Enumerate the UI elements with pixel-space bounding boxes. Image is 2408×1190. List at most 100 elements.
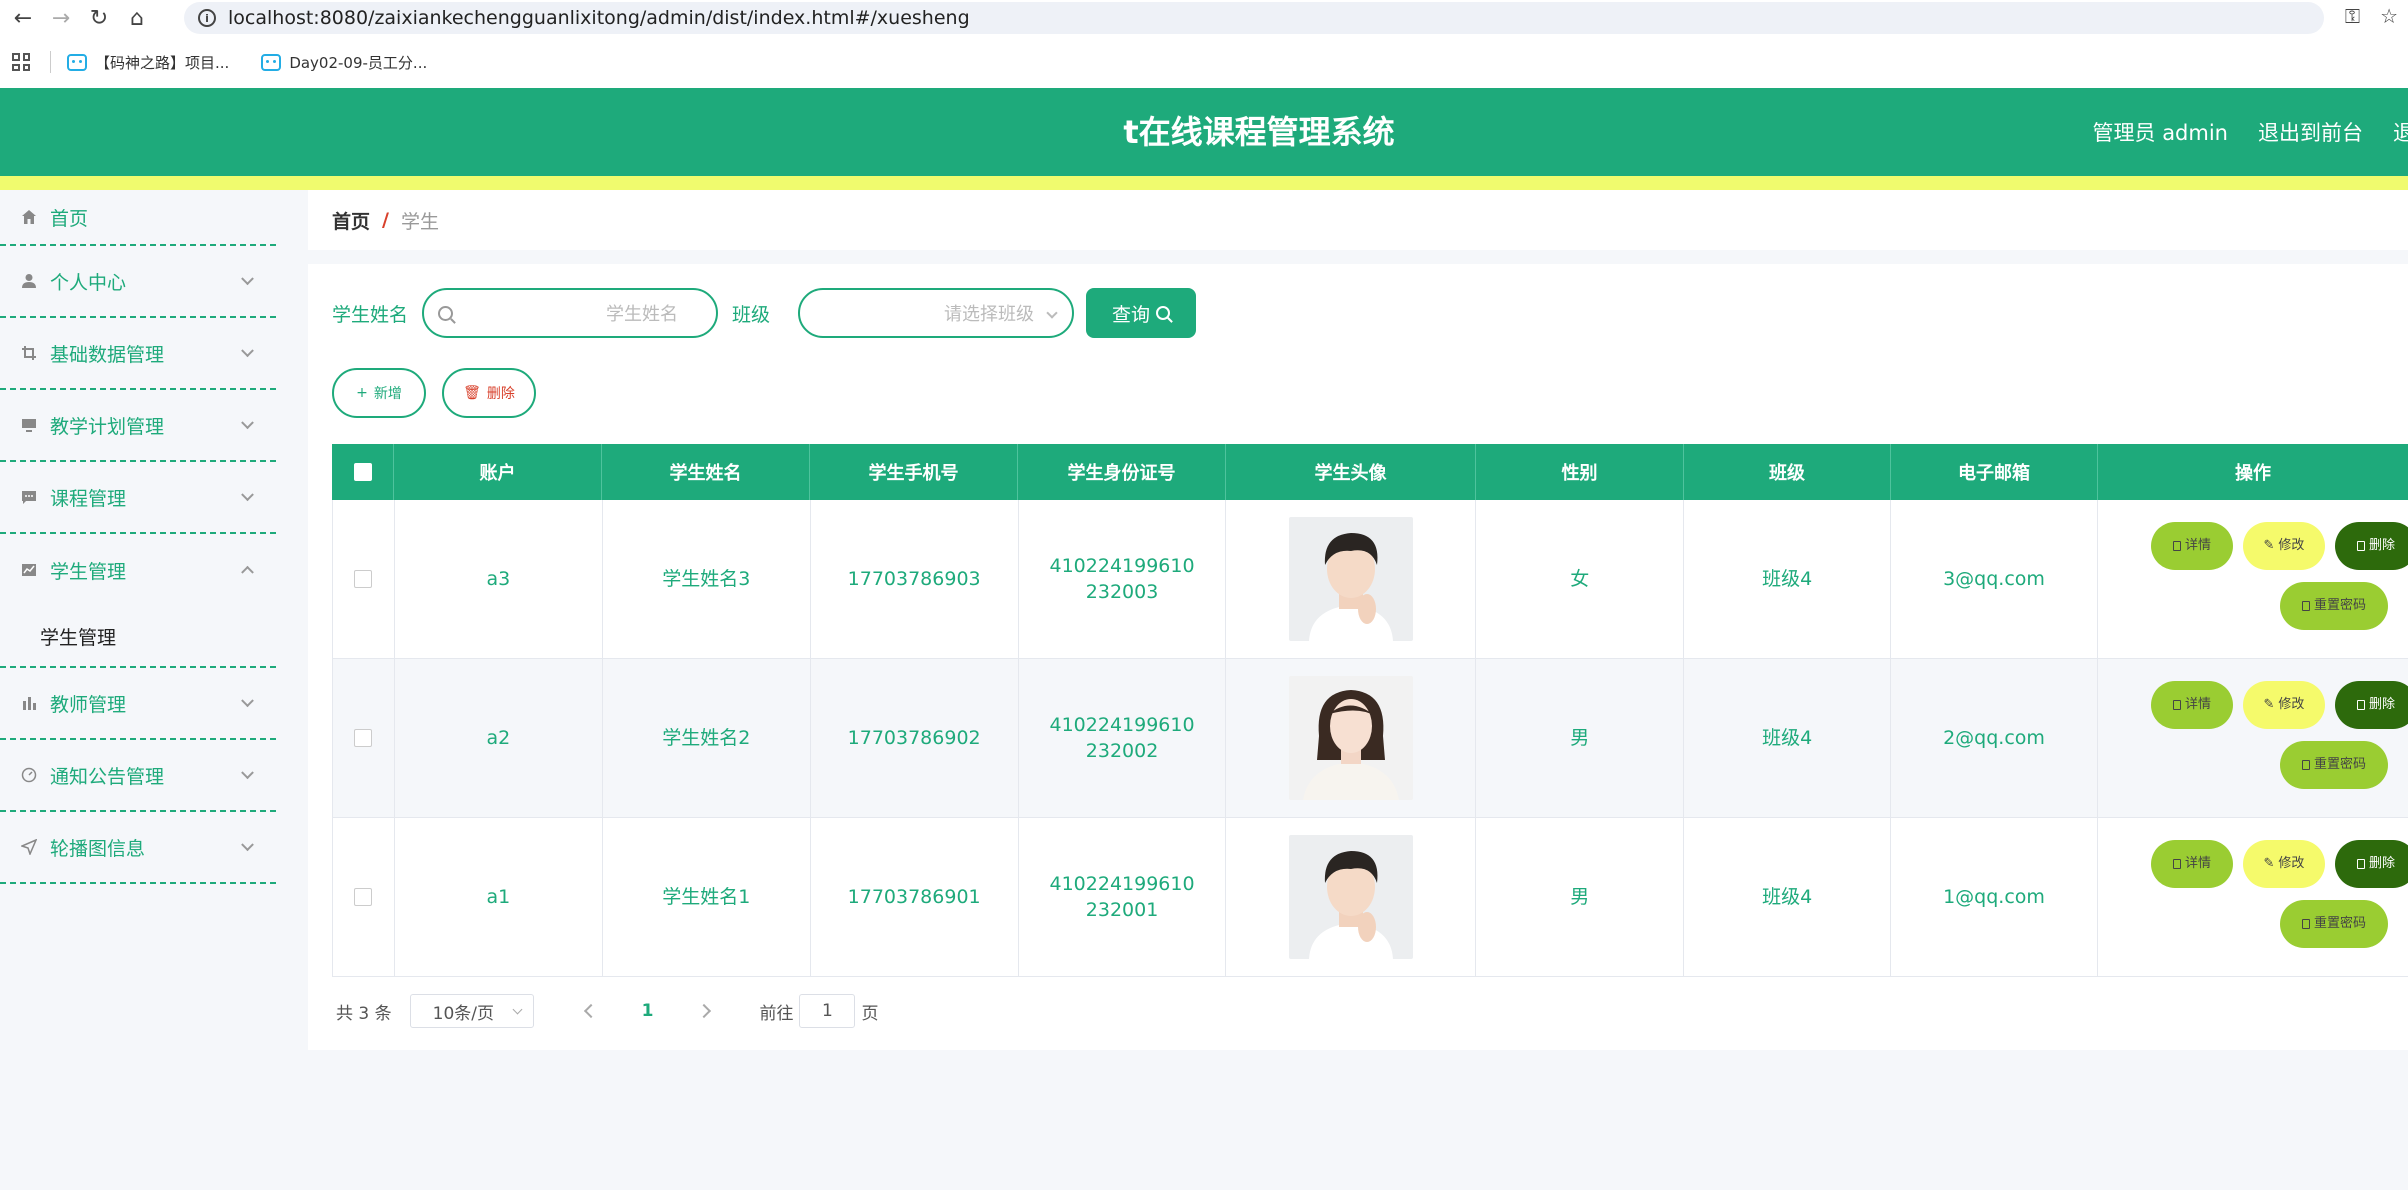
chevron-down-icon (241, 344, 254, 358)
sidebar-item-carousel[interactable]: 轮播图信息 (0, 812, 276, 884)
sidebar-item-teacher[interactable]: 教师管理 (0, 668, 276, 740)
row-delete-button[interactable]: 删除 (2334, 839, 2408, 888)
sidebar-item-label: 课程管理 (50, 487, 127, 510)
gender-cell: 女 (1476, 500, 1685, 658)
detail-button[interactable]: 详情 (2150, 839, 2233, 888)
class-cell: 班级4 (1684, 818, 1892, 976)
page-size-select[interactable]: 10条/页 (409, 994, 534, 1028)
sidebar-item-label: 首页 (50, 207, 89, 230)
class-select[interactable]: 请选择班级 (798, 288, 1075, 338)
row-delete-button-label: 删除 (2368, 537, 2395, 553)
delete-button[interactable]: 🗑 删除 (442, 368, 536, 418)
sidebar-item-course[interactable]: 课程管理 (0, 462, 276, 534)
row-checkbox[interactable] (354, 729, 373, 747)
id-card-value: 410224199610232002 (1049, 714, 1195, 762)
detail-button[interactable]: 详情 (2150, 680, 2233, 729)
avatar[interactable] (1288, 517, 1413, 641)
column-header: 电子邮箱 (1891, 444, 2098, 500)
sidebar-item-basic-data[interactable]: 基础数据管理 (0, 318, 276, 390)
admin-user-label: 管理员 admin (2092, 121, 2228, 145)
key-icon[interactable]: ⚿ (2345, 4, 2360, 28)
id-card-value: 410224199610232003 (1049, 555, 1195, 603)
row-checkbox[interactable] (354, 570, 373, 588)
bookmark-label: 【码神之路】项目... (95, 53, 230, 72)
site-info-icon[interactable]: i (198, 9, 216, 27)
home-browser-icon[interactable]: ⌂ (122, 3, 152, 33)
edit-button[interactable]: ✎ 修改 (2242, 839, 2325, 888)
trash-icon (2356, 858, 2365, 869)
sidebar-item-student[interactable]: 学生管理 (0, 534, 276, 606)
back-icon[interactable]: ← (8, 3, 38, 33)
operations-cell: 详情 ✎ 修改 删除重置密码 (2098, 500, 2408, 658)
reset-password-button[interactable]: 重置密码 (2279, 581, 2388, 630)
pagination: 共 3 条 10条/页 1 前往 1 页 (336, 994, 878, 1028)
document-icon (2301, 600, 2310, 611)
avatar[interactable] (1288, 835, 1413, 959)
chevron-down-icon (241, 272, 254, 286)
bookmark-star-icon[interactable]: ☆ (2380, 4, 2398, 28)
breadcrumb: 首页 / 学生 (308, 190, 2408, 250)
logout-link[interactable]: 退 (2393, 117, 2408, 147)
column-header: 性别 (1476, 444, 1684, 500)
chevron-down-icon (241, 766, 254, 780)
row-checkbox[interactable] (354, 888, 373, 906)
sidebar-item-label: 基础数据管理 (50, 343, 165, 366)
bilibili-icon (67, 53, 87, 71)
bar-chart-icon (20, 694, 38, 712)
sidebar-item-home[interactable]: 首页 (0, 190, 276, 246)
column-header: 班级 (1684, 444, 1891, 500)
sidebar-item-teaching-plan[interactable]: 教学计划管理 (0, 390, 276, 462)
sidebar-item-notice[interactable]: 通知公告管理 (0, 740, 276, 812)
breadcrumb-current: 学生 (400, 210, 439, 233)
detail-button[interactable]: 详情 (2150, 521, 2233, 570)
row-delete-button-label: 删除 (2368, 696, 2395, 712)
column-header: 学生姓名 (602, 444, 810, 500)
detail-button-label: 详情 (2184, 537, 2211, 553)
edit-button-label: 修改 (2278, 855, 2305, 871)
student-name-cell: 学生姓名1 (603, 818, 811, 976)
add-button[interactable]: + 新增 (332, 368, 426, 418)
avatar[interactable] (1288, 676, 1413, 800)
reload-icon[interactable]: ↻ (84, 3, 114, 33)
next-page-icon[interactable] (697, 1003, 712, 1019)
breadcrumb-home[interactable]: 首页 (332, 207, 370, 234)
app-title: t在线课程管理系统 (1123, 113, 1395, 151)
bookmark-item[interactable]: Day02-09-员工分... (261, 52, 427, 73)
student-name-input[interactable]: 学生姓名 (422, 288, 719, 338)
sidebar-item-personal-center[interactable]: 个人中心 (0, 246, 276, 318)
address-bar[interactable]: i localhost:8080/zaixiankechengguanlixit… (184, 2, 2324, 34)
edit-button[interactable]: ✎ 修改 (2242, 521, 2325, 570)
sidebar-item-label: 教学计划管理 (50, 415, 165, 438)
goto-page-input[interactable]: 1 (799, 994, 856, 1028)
edit-button[interactable]: ✎ 修改 (2242, 680, 2325, 729)
chevron-down-icon (241, 838, 254, 852)
row-delete-button[interactable]: 删除 (2334, 521, 2408, 570)
reset-password-button[interactable]: 重置密码 (2279, 899, 2388, 948)
row-delete-button[interactable]: 删除 (2334, 680, 2408, 729)
query-button[interactable]: 查询 (1086, 288, 1197, 338)
table-row: a2 学生姓名2 17703786902 410224199610232002 男班级4… (332, 659, 2408, 818)
select-all-checkbox[interactable] (353, 463, 372, 481)
location-icon (20, 838, 38, 856)
url-text[interactable]: localhost:8080/zaixiankechengguanlixiton… (228, 7, 970, 29)
phone-cell: 17703786901 (811, 818, 1019, 976)
page-number[interactable]: 1 (642, 1001, 654, 1021)
trash-icon: 🗑 (463, 385, 481, 401)
reset-password-button[interactable]: 重置密码 (2279, 740, 2388, 789)
query-button-label: 查询 (1112, 303, 1151, 326)
document-icon (2172, 699, 2181, 710)
student-name-cell: 学生姓名3 (603, 500, 811, 658)
document-icon (2301, 918, 2310, 929)
sidebar-subitem-student-management[interactable]: 学生管理 (0, 606, 276, 668)
prev-page-icon[interactable] (583, 1003, 598, 1019)
exit-front-link[interactable]: 退出到前台 (2258, 117, 2363, 147)
chevron-down-icon (241, 488, 254, 502)
class-cell: 班级4 (1684, 659, 1892, 817)
student-name-placeholder: 学生姓名 (606, 304, 679, 325)
id-card-cell: 410224199610232003 (1019, 500, 1227, 658)
column-header: 账户 (394, 444, 602, 500)
bookmark-item[interactable]: 【码神之路】项目... (67, 52, 229, 73)
forward-icon[interactable]: → (46, 3, 76, 33)
apps-icon[interactable] (12, 53, 30, 71)
email-cell: 3@qq.com (1891, 500, 2098, 658)
